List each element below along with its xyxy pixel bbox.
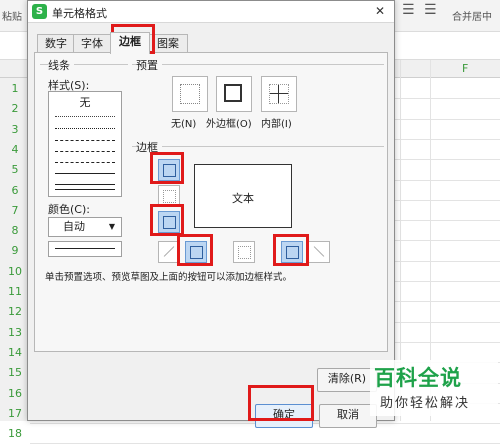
highlight-ok-button bbox=[248, 385, 314, 421]
row-number[interactable]: 2 bbox=[0, 102, 30, 115]
dropdown-arrow-icon: ▼ bbox=[108, 222, 115, 231]
row-number[interactable]: 9 bbox=[0, 244, 30, 257]
line-style-dashed[interactable] bbox=[55, 162, 115, 163]
row-number[interactable]: 7 bbox=[0, 204, 30, 217]
line-style-fine-dotted[interactable] bbox=[55, 128, 115, 129]
row-number[interactable]: 3 bbox=[0, 123, 30, 136]
line-preview bbox=[48, 241, 122, 257]
preset-group-label: 预置 bbox=[136, 57, 162, 73]
preset-outline-label: 外边框(O) bbox=[206, 119, 252, 130]
row-number[interactable]: 12 bbox=[0, 305, 30, 318]
no-border-icon bbox=[180, 84, 200, 104]
inside-horizontal-border-icon bbox=[163, 190, 176, 203]
watermark: 百科全说 助你轻松解决 bbox=[370, 360, 498, 416]
hint-text: 单击预置选项、预览草图及上面的按钮可以添加边框样式。 bbox=[45, 272, 293, 283]
line-style-double[interactable] bbox=[55, 184, 115, 190]
row-number[interactable]: 6 bbox=[0, 184, 30, 197]
preset-none-label: 无(N) bbox=[171, 119, 197, 130]
format-cells-dialog: S 单元格格式 ✕ 数字 字体 边框 图案 线条 样式(S): 无 颜色(C):… bbox=[27, 0, 395, 428]
close-button[interactable]: ✕ bbox=[367, 2, 393, 21]
highlight-top-border bbox=[150, 152, 184, 184]
row-number[interactable]: 11 bbox=[0, 285, 30, 298]
color-dropdown[interactable]: 自动 ▼ bbox=[48, 217, 122, 237]
row-number[interactable]: 10 bbox=[0, 265, 30, 278]
preset-group-divider bbox=[132, 64, 384, 65]
diagonal-down-icon bbox=[313, 246, 325, 257]
line-style-dash-dot[interactable] bbox=[55, 151, 115, 152]
cancel-button[interactable]: 取消 bbox=[319, 404, 377, 428]
inside-border-icon bbox=[269, 84, 289, 104]
dialog-title-bar[interactable]: S 单元格格式 ✕ bbox=[28, 1, 394, 23]
line-style-dash-dot-dot[interactable] bbox=[55, 140, 115, 141]
row-number[interactable]: 1 bbox=[0, 82, 30, 95]
column-f-label[interactable]: F bbox=[462, 62, 468, 75]
line-style-list[interactable]: 无 bbox=[48, 91, 122, 197]
diagonal-up-icon bbox=[163, 246, 175, 257]
preset-inside-button[interactable] bbox=[261, 76, 297, 112]
row-number[interactable]: 18 bbox=[0, 427, 30, 440]
clear-button[interactable]: 清除(R) bbox=[317, 368, 377, 392]
watermark-subtitle: 助你轻松解决 bbox=[380, 396, 471, 411]
tab-number[interactable]: 数字 bbox=[37, 34, 75, 53]
line-style-none[interactable]: 无 bbox=[49, 94, 121, 110]
line-style-dotted[interactable] bbox=[55, 116, 115, 117]
highlight-right-border bbox=[273, 234, 309, 266]
watermark-title: 百科全说 bbox=[374, 366, 462, 390]
row-number[interactable]: 14 bbox=[0, 346, 30, 359]
highlight-left-border bbox=[177, 234, 213, 266]
row-number[interactable]: 13 bbox=[0, 326, 30, 339]
dialog-title: 单元格格式 bbox=[52, 7, 107, 20]
highlight-bottom-border bbox=[150, 204, 184, 236]
row-number[interactable]: 15 bbox=[0, 366, 30, 379]
inside-vertical-border-icon bbox=[238, 246, 251, 259]
wps-logo-icon: S bbox=[32, 4, 47, 19]
row-number[interactable]: 8 bbox=[0, 224, 30, 237]
preset-outline-button[interactable] bbox=[216, 76, 252, 112]
color-label: 颜色(C): bbox=[48, 203, 90, 216]
line-group-label: 线条 bbox=[48, 57, 74, 73]
line-style-thin[interactable] bbox=[55, 173, 115, 174]
inside-vertical-border-button[interactable] bbox=[233, 241, 255, 263]
row-number[interactable]: 4 bbox=[0, 143, 30, 156]
align-center-icon[interactable]: ☰ bbox=[424, 2, 437, 18]
preset-none-button[interactable] bbox=[172, 76, 208, 112]
diagonal-down-border-button[interactable] bbox=[308, 241, 330, 263]
border-preview[interactable]: 文本 bbox=[194, 164, 292, 228]
paste-label[interactable]: 粘贴 bbox=[2, 8, 22, 23]
tab-border[interactable]: 边框 bbox=[110, 32, 150, 54]
outline-border-icon bbox=[224, 84, 242, 102]
tab-font[interactable]: 字体 bbox=[73, 34, 111, 53]
preview-text: 文本 bbox=[232, 192, 254, 205]
row-number[interactable]: 16 bbox=[0, 387, 30, 400]
border-group-divider bbox=[132, 146, 384, 147]
color-value: 自动 bbox=[63, 220, 85, 233]
align-left-icon[interactable]: ☰ bbox=[402, 2, 415, 18]
row-number[interactable]: 17 bbox=[0, 407, 30, 420]
row-number[interactable]: 5 bbox=[0, 163, 30, 176]
merge-center-label[interactable]: 合并居中 bbox=[452, 8, 492, 23]
preset-inside-label: 内部(I) bbox=[261, 119, 292, 130]
